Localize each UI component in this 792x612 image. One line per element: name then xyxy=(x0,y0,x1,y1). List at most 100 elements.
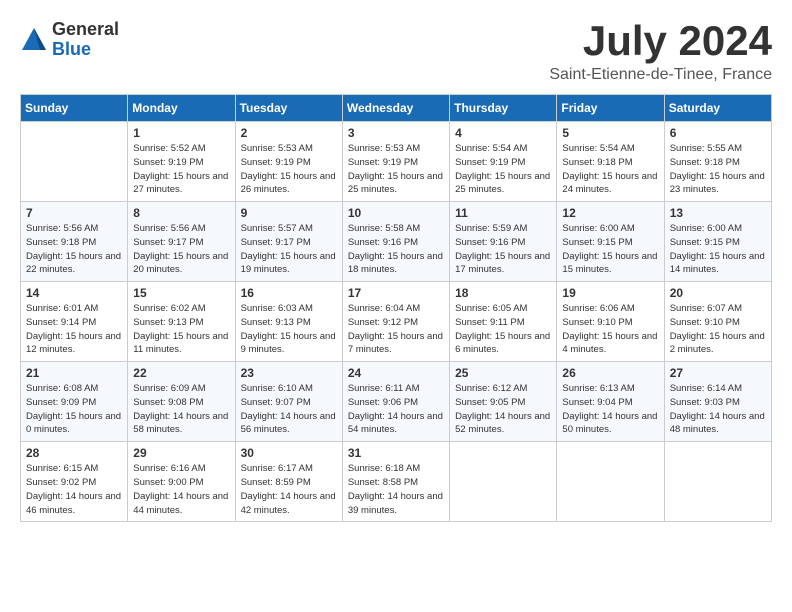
day-cell: 6Sunrise: 5:55 AMSunset: 9:18 PMDaylight… xyxy=(664,122,771,202)
day-cell xyxy=(557,442,664,522)
day-number: 10 xyxy=(348,206,444,220)
day-info: Sunrise: 5:58 AMSunset: 9:16 PMDaylight:… xyxy=(348,222,444,277)
month-title: July 2024 xyxy=(549,20,772,62)
col-header-monday: Monday xyxy=(128,95,235,122)
day-cell: 29 Sunrise: 6:16 AMSunset: 9:00 PMDayligh… xyxy=(128,442,235,522)
day-cell: 20 Sunrise: 6:07 AMSunset: 9:10 PMDayligh… xyxy=(664,282,771,362)
day-number: 6 xyxy=(670,126,766,140)
day-info: Sunrise: 5:52 AMSunset: 9:19 PMDaylight:… xyxy=(133,142,229,197)
logo-general: General xyxy=(52,20,119,40)
day-cell: 26Sunrise: 6:13 AMSunset: 9:04 PMDayligh… xyxy=(557,362,664,442)
day-cell: 7 Sunrise: 5:56 AMSunset: 9:18 PMDaylight… xyxy=(21,202,128,282)
week-row-3: 14 Sunrise: 6:01 AMSunset: 9:14 PMDayligh… xyxy=(21,282,772,362)
col-header-thursday: Thursday xyxy=(450,95,557,122)
day-cell: 27 Sunrise: 6:14 AMSunset: 9:03 PMDayligh… xyxy=(664,362,771,442)
col-header-friday: Friday xyxy=(557,95,664,122)
week-row-1: 1 Sunrise: 5:52 AMSunset: 9:19 PMDaylight… xyxy=(21,122,772,202)
day-info: Sunrise: 6:16 AMSunset: 9:00 PMDaylight:… xyxy=(133,462,229,517)
day-cell: 22 Sunrise: 6:09 AMSunset: 9:08 PMDayligh… xyxy=(128,362,235,442)
day-cell: 8 Sunrise: 5:56 AMSunset: 9:17 PMDaylight… xyxy=(128,202,235,282)
day-info: Sunrise: 6:14 AMSunset: 9:03 PMDaylight:… xyxy=(670,382,766,437)
day-number: 18 xyxy=(455,286,551,300)
day-cell: 9 Sunrise: 5:57 AMSunset: 9:17 PMDaylight… xyxy=(235,202,342,282)
day-number: 8 xyxy=(133,206,229,220)
week-row-4: 21 Sunrise: 6:08 AMSunset: 9:09 PMDayligh… xyxy=(21,362,772,442)
day-cell xyxy=(21,122,128,202)
day-number: 9 xyxy=(241,206,337,220)
day-number: 3 xyxy=(348,126,444,140)
day-cell: 16 Sunrise: 6:03 AMSunset: 9:13 PMDayligh… xyxy=(235,282,342,362)
day-cell: 10 Sunrise: 5:58 AMSunset: 9:16 PMDayligh… xyxy=(342,202,449,282)
day-cell: 3Sunrise: 5:53 AMSunset: 9:19 PMDaylight… xyxy=(342,122,449,202)
logo-icon xyxy=(20,26,48,54)
day-cell: 24Sunrise: 6:11 AMSunset: 9:06 PMDayligh… xyxy=(342,362,449,442)
day-info: Sunrise: 6:08 AMSunset: 9:09 PMDaylight:… xyxy=(26,382,122,437)
day-info: Sunrise: 5:53 AMSunset: 9:19 PMDaylight:… xyxy=(241,142,337,197)
day-number: 17 xyxy=(348,286,444,300)
day-cell: 31 Sunrise: 6:18 AMSunset: 8:58 PMDayligh… xyxy=(342,442,449,522)
calendar-table: SundayMondayTuesdayWednesdayThursdayFrid… xyxy=(20,94,772,522)
day-cell: 15 Sunrise: 6:02 AMSunset: 9:13 PMDayligh… xyxy=(128,282,235,362)
day-number: 27 xyxy=(670,366,766,380)
day-number: 21 xyxy=(26,366,122,380)
day-info: Sunrise: 6:07 AMSunset: 9:10 PMDaylight:… xyxy=(670,302,766,357)
day-cell: 2 Sunrise: 5:53 AMSunset: 9:19 PMDaylight… xyxy=(235,122,342,202)
day-info: Sunrise: 6:00 AMSunset: 9:15 PMDaylight:… xyxy=(670,222,766,277)
day-cell: 4 Sunrise: 5:54 AMSunset: 9:19 PMDaylight… xyxy=(450,122,557,202)
day-number: 28 xyxy=(26,446,122,460)
day-info: Sunrise: 5:56 AMSunset: 9:18 PMDaylight:… xyxy=(26,222,122,277)
day-info: Sunrise: 6:09 AMSunset: 9:08 PMDaylight:… xyxy=(133,382,229,437)
day-number: 1 xyxy=(133,126,229,140)
day-number: 5 xyxy=(562,126,658,140)
day-number: 25 xyxy=(455,366,551,380)
day-info: Sunrise: 6:18 AMSunset: 8:58 PMDaylight:… xyxy=(348,462,444,517)
day-cell: 21 Sunrise: 6:08 AMSunset: 9:09 PMDayligh… xyxy=(21,362,128,442)
day-number: 19 xyxy=(562,286,658,300)
day-number: 30 xyxy=(241,446,337,460)
day-number: 20 xyxy=(670,286,766,300)
day-info: Sunrise: 6:15 AMSunset: 9:02 PMDaylight:… xyxy=(26,462,122,517)
day-number: 14 xyxy=(26,286,122,300)
col-header-wednesday: Wednesday xyxy=(342,95,449,122)
day-number: 24 xyxy=(348,366,444,380)
day-info: Sunrise: 6:13 AMSunset: 9:04 PMDaylight:… xyxy=(562,382,658,437)
logo-text: General Blue xyxy=(52,20,119,60)
day-number: 31 xyxy=(348,446,444,460)
day-info: Sunrise: 6:12 AMSunset: 9:05 PMDaylight:… xyxy=(455,382,551,437)
day-number: 4 xyxy=(455,126,551,140)
day-number: 7 xyxy=(26,206,122,220)
day-cell: 28 Sunrise: 6:15 AMSunset: 9:02 PMDayligh… xyxy=(21,442,128,522)
day-number: 29 xyxy=(133,446,229,460)
day-cell: 1 Sunrise: 5:52 AMSunset: 9:19 PMDaylight… xyxy=(128,122,235,202)
day-info: Sunrise: 6:17 AMSunset: 8:59 PMDaylight:… xyxy=(241,462,337,517)
day-cell: 19Sunrise: 6:06 AMSunset: 9:10 PMDayligh… xyxy=(557,282,664,362)
week-row-2: 7 Sunrise: 5:56 AMSunset: 9:18 PMDaylight… xyxy=(21,202,772,282)
day-cell: 25 Sunrise: 6:12 AMSunset: 9:05 PMDayligh… xyxy=(450,362,557,442)
location: Saint-Etienne-de-Tinee, France xyxy=(549,66,772,84)
day-number: 22 xyxy=(133,366,229,380)
day-cell: 14 Sunrise: 6:01 AMSunset: 9:14 PMDayligh… xyxy=(21,282,128,362)
col-header-sunday: Sunday xyxy=(21,95,128,122)
day-info: Sunrise: 6:02 AMSunset: 9:13 PMDaylight:… xyxy=(133,302,229,357)
day-cell: 23 Sunrise: 6:10 AMSunset: 9:07 PMDayligh… xyxy=(235,362,342,442)
logo-blue: Blue xyxy=(52,40,119,60)
day-cell: 17 Sunrise: 6:04 AMSunset: 9:12 PMDayligh… xyxy=(342,282,449,362)
day-cell: 13Sunrise: 6:00 AMSunset: 9:15 PMDayligh… xyxy=(664,202,771,282)
day-number: 15 xyxy=(133,286,229,300)
title-block: July 2024 Saint-Etienne-de-Tinee, France xyxy=(549,20,772,84)
day-number: 16 xyxy=(241,286,337,300)
day-cell: 5Sunrise: 5:54 AMSunset: 9:18 PMDaylight… xyxy=(557,122,664,202)
day-info: Sunrise: 6:03 AMSunset: 9:13 PMDaylight:… xyxy=(241,302,337,357)
day-number: 2 xyxy=(241,126,337,140)
day-info: Sunrise: 5:57 AMSunset: 9:17 PMDaylight:… xyxy=(241,222,337,277)
day-info: Sunrise: 6:04 AMSunset: 9:12 PMDaylight:… xyxy=(348,302,444,357)
col-header-tuesday: Tuesday xyxy=(235,95,342,122)
day-info: Sunrise: 5:56 AMSunset: 9:17 PMDaylight:… xyxy=(133,222,229,277)
day-cell: 30 Sunrise: 6:17 AMSunset: 8:59 PMDayligh… xyxy=(235,442,342,522)
day-info: Sunrise: 6:10 AMSunset: 9:07 PMDaylight:… xyxy=(241,382,337,437)
day-cell: 18Sunrise: 6:05 AMSunset: 9:11 PMDayligh… xyxy=(450,282,557,362)
day-info: Sunrise: 5:59 AMSunset: 9:16 PMDaylight:… xyxy=(455,222,551,277)
day-info: Sunrise: 6:01 AMSunset: 9:14 PMDaylight:… xyxy=(26,302,122,357)
day-info: Sunrise: 5:54 AMSunset: 9:19 PMDaylight:… xyxy=(455,142,551,197)
day-number: 23 xyxy=(241,366,337,380)
